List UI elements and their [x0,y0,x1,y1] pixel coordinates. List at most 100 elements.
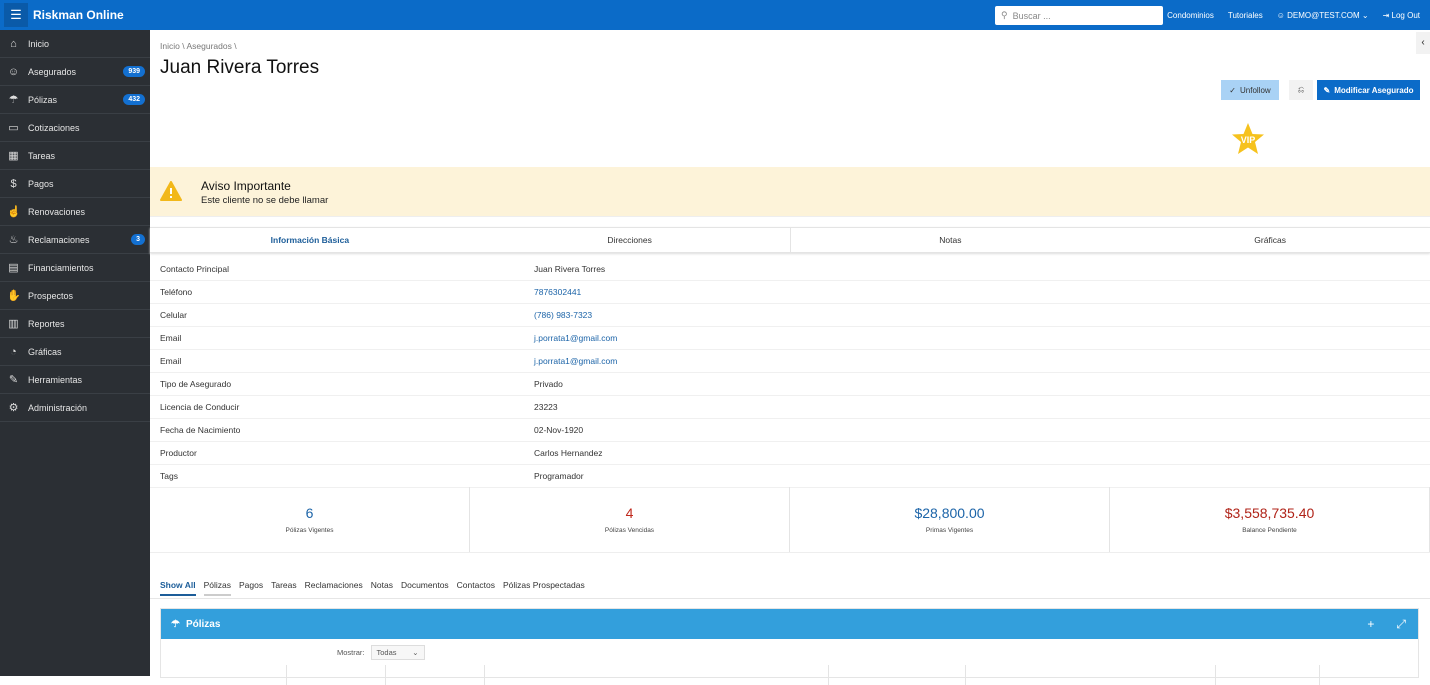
breadcrumb-asegurados[interactable]: Asegurados [186,41,231,51]
app-title[interactable]: Riskman Online [33,8,124,22]
detail-value: 23223 [534,402,558,412]
sidebar-item-label: Tareas [28,150,56,161]
count-badge: 3 [131,234,145,245]
home-icon: ⌂ [10,37,17,50]
region-tab[interactable]: Pólizas Prospectadas [503,580,585,596]
detail-row: Teléfono 7876302441 [150,281,1430,304]
stat-card[interactable]: 6 Pólizas Vigentes [150,487,470,552]
sidebar-item-financiamientos[interactable]: ▤ Financiamientos [0,254,150,282]
detail-row: Tags Programador [150,465,1430,488]
tab-notas[interactable]: Notas [789,228,1111,252]
stat-card[interactable]: $3,558,735.40 Balance Pendiente [1110,487,1430,552]
sidebar-item-tareas[interactable]: ▦ Tareas [0,142,150,170]
alert-title: Aviso Importante [201,179,291,193]
region-tab[interactable]: Contactos [457,580,495,596]
detail-value: Carlos Hernandez [534,448,603,458]
sidebar-item-pagos[interactable]: $ Pagos [0,170,150,198]
column-header[interactable] [829,665,966,685]
detail-value: Juan Rivera Torres [534,264,606,274]
detail-value[interactable]: j.porrata1@gmail.com [534,333,617,343]
stat-card[interactable]: $28,800.00 Primas Vigentes [790,487,1110,552]
sidebar-item-inicio[interactable]: ⌂ Inicio [0,30,150,58]
collapse-right-panel-button[interactable]: ‹ [1416,32,1430,54]
fire-icon: ♨ [8,234,19,246]
region-tab[interactable]: Pagos [239,580,263,596]
sidebar-item-renovaciones[interactable]: ☝ Renovaciones [0,198,150,226]
detail-row: Fecha de Nacimiento 02-Nov-1920 [150,419,1430,442]
users-icon: ☺ [7,65,20,78]
detail-row: Contacto Principal Juan Rivera Torres [150,258,1430,281]
sidebar-item-reportes[interactable]: ▥ Reportes [0,310,150,338]
detail-label: Email [160,333,182,343]
sidebar-item-label: Pólizas [28,94,58,105]
sidebar-item-graficas[interactable]: ◔ Gráficas [0,338,150,366]
sidebar-item-label: Reclamaciones [28,234,90,245]
info-tabs: Información Básica Direcciones Notas Grá… [150,227,1430,253]
stat-card[interactable]: 4 Pólizas Vencidas [470,487,790,552]
detail-label: Contacto Principal [160,264,229,274]
sidebar-item-administracion[interactable]: ⚙ Administración [0,394,150,422]
umbrella-icon: ☂ [171,618,180,630]
region-tab[interactable]: Show All [160,580,196,596]
sidebar-item-label: Renovaciones [28,206,86,217]
column-header[interactable] [287,665,386,685]
sidebar-item-prospectos[interactable]: ✋ Prospectos [0,282,150,310]
region-tab[interactable]: Tareas [271,580,297,596]
sidebar-item-herramientas[interactable]: ✎ Herramientas [0,366,150,394]
pie-chart-icon: ◔ [10,345,17,358]
history-button[interactable]: ⎌ [1289,80,1313,100]
logout-link[interactable]: ⇥ Log Out [1383,11,1420,20]
nav-link-condominios[interactable]: Condominios [1167,11,1214,20]
region-tab[interactable]: Pólizas [203,580,231,596]
tab-graficas[interactable]: Gráficas [1110,228,1430,252]
stat-value: 4 [625,505,634,521]
detail-label: Fecha de Nacimiento [160,425,241,435]
user-menu[interactable]: ☺ DEMO@TEST.COM ⌄ [1277,11,1369,20]
detail-label: Tags [160,471,178,481]
detail-row: Licencia de Conducir 23223 [150,396,1430,419]
detail-value[interactable]: (786) 983-7323 [534,310,592,320]
detail-value[interactable]: j.porrata1@gmail.com [534,356,617,366]
page-title: Juan Rivera Torres [160,57,320,78]
sidebar-item-asegurados[interactable]: ☺ Asegurados 939 [0,58,150,86]
modify-insured-button[interactable]: ✎ Modificar Asegurado [1317,80,1420,100]
chevron-down-icon: ⌄ [412,648,419,657]
region-tab[interactable]: Documentos [401,580,449,596]
vip-star-badge: VIP [1230,122,1266,156]
wrench-icon: ✎ [8,374,19,386]
svg-text:VIP: VIP [1241,135,1256,145]
search-input[interactable]: ⚲ Buscar ... [995,6,1163,25]
tab-direcciones[interactable]: Direcciones [470,228,790,252]
column-header[interactable] [966,665,1216,685]
detail-label: Productor [160,448,197,458]
alert-message: Este cliente no se debe llamar [201,195,329,206]
sidebar-item-polizas[interactable]: ☂ Pólizas 432 [0,86,150,114]
search-icon: ⚲ [1001,10,1008,20]
detail-label: Teléfono [160,287,193,297]
detail-row: Productor Carlos Hernandez [150,442,1430,465]
sidebar-item-cotizaciones[interactable]: ▭ Cotizaciones [0,114,150,142]
expand-icon[interactable]: ⤢ [1396,617,1406,632]
detail-value: Privado [534,379,563,389]
column-header[interactable] [386,665,485,685]
column-header[interactable] [161,665,287,685]
umbrella-icon: ☂ [8,94,19,106]
region-tab[interactable]: Reclamaciones [305,580,363,596]
mostrar-select[interactable]: Todas ⌄ [370,645,425,660]
unfollow-button[interactable]: ✓ Unfollow [1221,80,1279,100]
detail-row: Email j.porrata1@gmail.com [150,327,1430,350]
stat-value: $28,800.00 [914,505,985,521]
menu-toggle-button[interactable]: ☰ [4,3,28,27]
sidebar-item-label: Cotizaciones [28,122,80,133]
region-tab[interactable]: Notas [371,580,393,596]
sidebar-item-reclamaciones[interactable]: ♨ Reclamaciones 3 [0,226,150,254]
column-header[interactable] [1216,665,1320,685]
detail-value[interactable]: 7876302441 [534,287,581,297]
nav-link-tutoriales[interactable]: Tutoriales [1228,11,1263,20]
add-icon[interactable]: + [1367,617,1374,632]
breadcrumb-inicio[interactable]: Inicio [160,41,180,51]
tab-informacion-basica[interactable]: Información Básica [150,228,470,252]
polizas-panel-header: ☂ Pólizas + ⤢ [161,609,1418,639]
column-header[interactable] [485,665,829,685]
edit-icon: ✎ [1323,85,1331,95]
